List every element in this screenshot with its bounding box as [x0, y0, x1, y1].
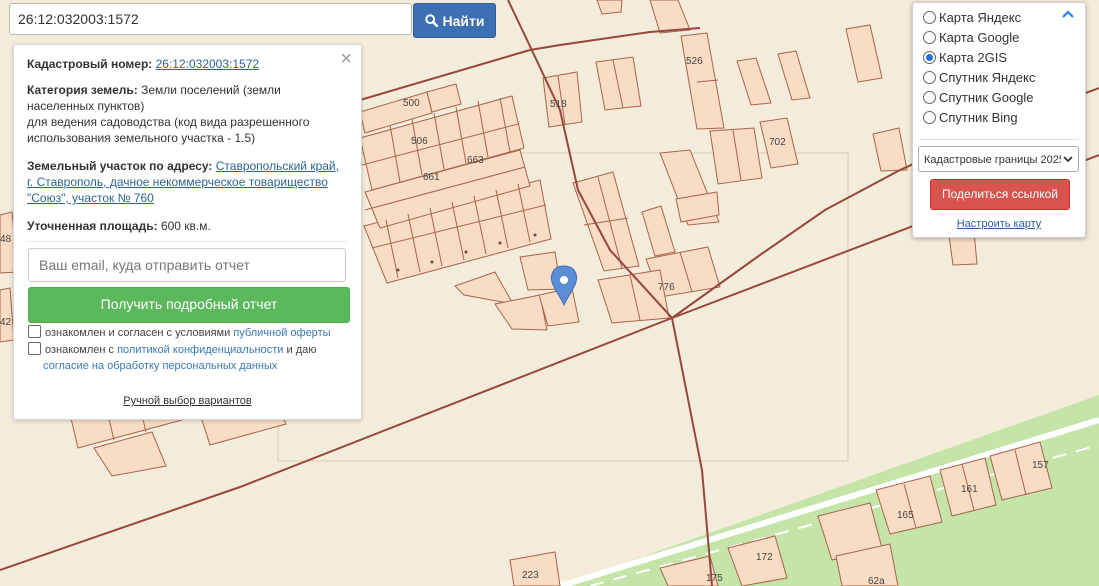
privacy-policy-link[interactable]: политикой конфиденциальности [117, 344, 283, 356]
map-label: 702 [769, 137, 786, 148]
layer-option-label: Спутник Яндекс [939, 70, 1036, 85]
layer-option-2gis-map[interactable]: Карта 2GIS [923, 49, 1007, 67]
layer-option-label: Карта Google [939, 30, 1020, 45]
radio-button[interactable] [923, 111, 936, 124]
cadastral-row: Кадастровый номер: 26:12:032003:1572 [27, 56, 349, 72]
radio-button[interactable] [923, 91, 936, 104]
category-value: для ведения садоводства (код вида разреш… [27, 115, 310, 129]
privacy-consent-row: ознакомлен с политикой конфиденциальност… [28, 342, 350, 374]
get-report-button[interactable]: Получить подробный отчет [28, 287, 350, 323]
divider [919, 139, 1079, 140]
layer-option-bing-satellite[interactable]: Спутник Bing [923, 109, 1018, 127]
address-row: Земельный участок по адресу: Ставропольс… [27, 158, 349, 206]
layer-option-yandex-satellite[interactable]: Спутник Яндекс [923, 69, 1035, 87]
radio-button[interactable] [923, 31, 936, 44]
map-label: 526 [686, 56, 703, 67]
category-label: Категория земель: [27, 83, 138, 97]
map-label: 42 [0, 317, 12, 328]
share-link-button[interactable]: Поделиться ссылкой [930, 179, 1070, 210]
public-offer-link[interactable]: публичной оферты [233, 327, 330, 339]
radio-button-selected[interactable] [923, 51, 936, 64]
manual-selection-link[interactable]: Ручной выбор вариантов [14, 395, 361, 407]
search-button[interactable]: Найти [413, 3, 496, 38]
map-label: 506 [411, 136, 428, 147]
offer-consent-row: ознакомлен и согласен с условиями публич… [28, 325, 350, 341]
map-label: 175 [706, 573, 723, 584]
layer-option-label: Карта 2GIS [939, 50, 1008, 65]
map-layer-panel: Карта Яндекс Карта Google Карта 2GIS Спу… [912, 2, 1086, 238]
layer-option-yandex-map[interactable]: Карта Яндекс [923, 9, 1021, 27]
category-value: населенных пунктов) [27, 99, 145, 113]
map-label: 161 [961, 484, 978, 495]
map-label: 172 [756, 552, 773, 563]
offer-consent-checkbox[interactable] [28, 325, 41, 338]
privacy-consent-checkbox[interactable] [28, 342, 41, 355]
map-label: 776 [658, 282, 675, 293]
category-value: Земли поселений (земли [141, 83, 281, 97]
consent-text: ознакомлен с [45, 344, 115, 356]
map-label: 48 [0, 234, 12, 245]
radio-button[interactable] [923, 71, 936, 84]
cadastral-label: Кадастровый номер: [27, 57, 153, 71]
boundaries-select[interactable]: Кадастровые границы 2025 [918, 146, 1079, 172]
map-label: 165 [897, 510, 914, 521]
cadastral-search-input[interactable] [9, 3, 412, 35]
layer-option-label: Карта Яндекс [939, 10, 1022, 25]
address-link[interactable]: Ставропольский край, [216, 159, 339, 173]
cadastral-number-link[interactable]: 26:12:032003:1572 [156, 57, 259, 71]
magnifier-icon [424, 14, 438, 27]
parcel-info-panel: × Кадастровый номер: 26:12:032003:1572 К… [13, 44, 362, 420]
category-row: Категория земель: Земли поселений (земли… [27, 82, 349, 146]
area-value: 600 кв.м. [160, 219, 211, 233]
layer-option-label: Спутник Bing [939, 110, 1018, 125]
map-label: 518 [550, 99, 567, 110]
email-field[interactable] [28, 248, 346, 282]
map-label: 223 [522, 570, 539, 581]
layer-option-google-map[interactable]: Карта Google [923, 29, 1019, 47]
area-label: Уточненная площадь: [27, 219, 158, 233]
data-processing-link[interactable]: согласие на обработку персональных данны… [43, 360, 277, 372]
address-link[interactable]: "Союз", участок № 760 [27, 191, 154, 205]
map-label: 663 [467, 155, 484, 166]
map-label: 500 [403, 98, 420, 109]
category-value: использования земельного участка - 1.5) [27, 131, 256, 145]
map-label: 62а [868, 576, 885, 586]
boundaries-select-value: Кадастровые границы 2025 [924, 154, 1065, 166]
layer-option-label: Спутник Google [939, 90, 1034, 105]
divider [27, 241, 347, 242]
address-link[interactable]: г. Ставрополь, дачное некоммерческое тов… [27, 175, 328, 189]
consent-text: и даю [286, 344, 317, 356]
radio-button[interactable] [923, 11, 936, 24]
address-label: Земельный участок по адресу: [27, 159, 213, 173]
map-label: 661 [423, 172, 440, 183]
area-row: Уточненная площадь: 600 кв.м. [27, 218, 349, 234]
chevron-down-icon [1061, 147, 1075, 171]
chevron-up-icon[interactable] [1061, 9, 1075, 19]
layer-option-google-satellite[interactable]: Спутник Google [923, 89, 1034, 107]
consent-text: ознакомлен и согласен с условиями [45, 327, 231, 339]
search-button-label: Найти [442, 12, 485, 29]
map-label: 157 [1032, 460, 1049, 471]
configure-map-link[interactable]: Настроить карту [913, 218, 1085, 230]
